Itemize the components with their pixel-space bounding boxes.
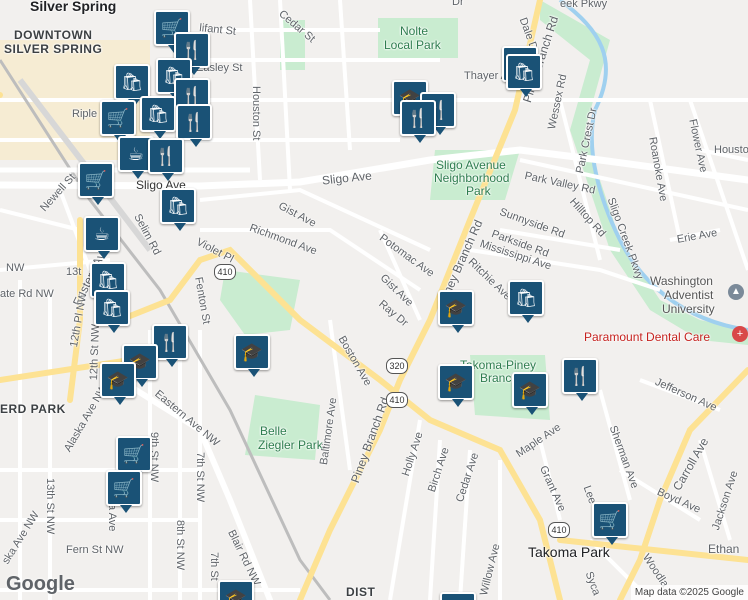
street-label: Riple bbox=[72, 108, 98, 120]
school-pin[interactable]: 🎓 bbox=[438, 364, 474, 407]
restaurant-pin[interactable]: 🍴 bbox=[400, 100, 436, 143]
park-label: Belle bbox=[260, 424, 287, 438]
shopping-cart-pin[interactable]: 🛒 bbox=[100, 100, 136, 143]
street-label: ate Rd NW bbox=[0, 288, 54, 300]
route-shield: 410 bbox=[548, 522, 570, 538]
place-label: Takoma Park bbox=[528, 544, 610, 560]
park-label: Local Park bbox=[384, 38, 441, 52]
school-pin[interactable]: 🎓 bbox=[100, 362, 136, 405]
place-label: SILVER SPRING bbox=[4, 42, 103, 56]
street-label: 7th St NW bbox=[194, 452, 206, 503]
google-logo: Google bbox=[6, 573, 75, 595]
place-label: ERD PARK bbox=[0, 402, 66, 416]
school-pin[interactable]: 🎓 bbox=[440, 592, 476, 600]
cafe-pin[interactable]: ☕ bbox=[84, 216, 120, 259]
park-label: Nolte bbox=[400, 24, 429, 38]
school-pin[interactable]: 🎓 bbox=[512, 372, 548, 415]
street-label: Ethan bbox=[708, 542, 740, 556]
street-label: 13t bbox=[66, 266, 82, 278]
place-label: DIST bbox=[346, 585, 376, 599]
street-label: NW bbox=[6, 262, 25, 274]
poi-label: Paramount Dental Care bbox=[584, 330, 711, 344]
poi-label: Washington bbox=[650, 274, 713, 288]
poi-label: University bbox=[662, 302, 715, 316]
shopping-bag-pin[interactable]: 🛍 bbox=[508, 280, 544, 323]
street-label: 13th St NW bbox=[44, 478, 56, 535]
poi-label: Adventist bbox=[664, 288, 714, 302]
school-pin[interactable]: 🎓 bbox=[438, 290, 474, 333]
street-label: 7th St bbox=[208, 552, 220, 581]
school-pin[interactable]: 🎓 bbox=[234, 334, 270, 377]
shopping-bag-pin[interactable]: 🛍 bbox=[160, 188, 196, 231]
shopping-cart-pin[interactable]: 🛒 bbox=[116, 436, 152, 479]
place-label: Silver Spring bbox=[30, 0, 117, 14]
street-label: Dr bbox=[452, 0, 464, 8]
restaurant-pin[interactable]: 🍴 bbox=[176, 104, 212, 147]
shopping-bag-pin[interactable]: 🛍 bbox=[114, 64, 150, 107]
map-canvas[interactable]: Silver Spring DOWNTOWN SILVER SPRING Tak… bbox=[0, 0, 748, 600]
restaurant-pin[interactable]: 🍴 bbox=[562, 358, 598, 401]
park-label: Park bbox=[466, 184, 491, 198]
restaurant-pin[interactable]: 🍴 bbox=[148, 138, 184, 181]
park-label: Neighborhood bbox=[434, 171, 510, 185]
street-label: 8th St NW bbox=[174, 520, 186, 571]
street-label: Houston St bbox=[250, 86, 262, 141]
shopping-bag-pin[interactable]: 🛍 bbox=[94, 290, 130, 333]
street-label: Housto bbox=[714, 144, 748, 156]
street-label: Fern St NW bbox=[66, 544, 124, 556]
street-label: eek Pkwy bbox=[560, 0, 608, 10]
university-icon: ▲ bbox=[728, 284, 744, 300]
dental-icon: + bbox=[732, 326, 748, 342]
shopping-bag-pin[interactable]: 🛍 bbox=[506, 54, 542, 97]
shopping-cart-pin[interactable]: 🛒 bbox=[78, 162, 114, 205]
park-label: Ziegler Park bbox=[258, 438, 323, 452]
route-shield: 320 bbox=[386, 358, 408, 374]
street-label: a Ave bbox=[106, 504, 118, 532]
school-pin[interactable]: 🎓 bbox=[218, 580, 254, 600]
shopping-bag-pin[interactable]: 🛍 bbox=[140, 96, 176, 139]
place-label: DOWNTOWN bbox=[14, 28, 93, 42]
shopping-cart-pin[interactable]: 🛒 bbox=[106, 470, 142, 513]
shopping-cart-pin[interactable]: 🛒 bbox=[592, 502, 628, 545]
park-label: Sligo Avenue bbox=[436, 158, 506, 172]
route-shield: 410 bbox=[386, 392, 408, 408]
route-shield: 410 bbox=[214, 264, 236, 280]
map-attribution[interactable]: Map data ©2025 Google bbox=[630, 585, 748, 600]
